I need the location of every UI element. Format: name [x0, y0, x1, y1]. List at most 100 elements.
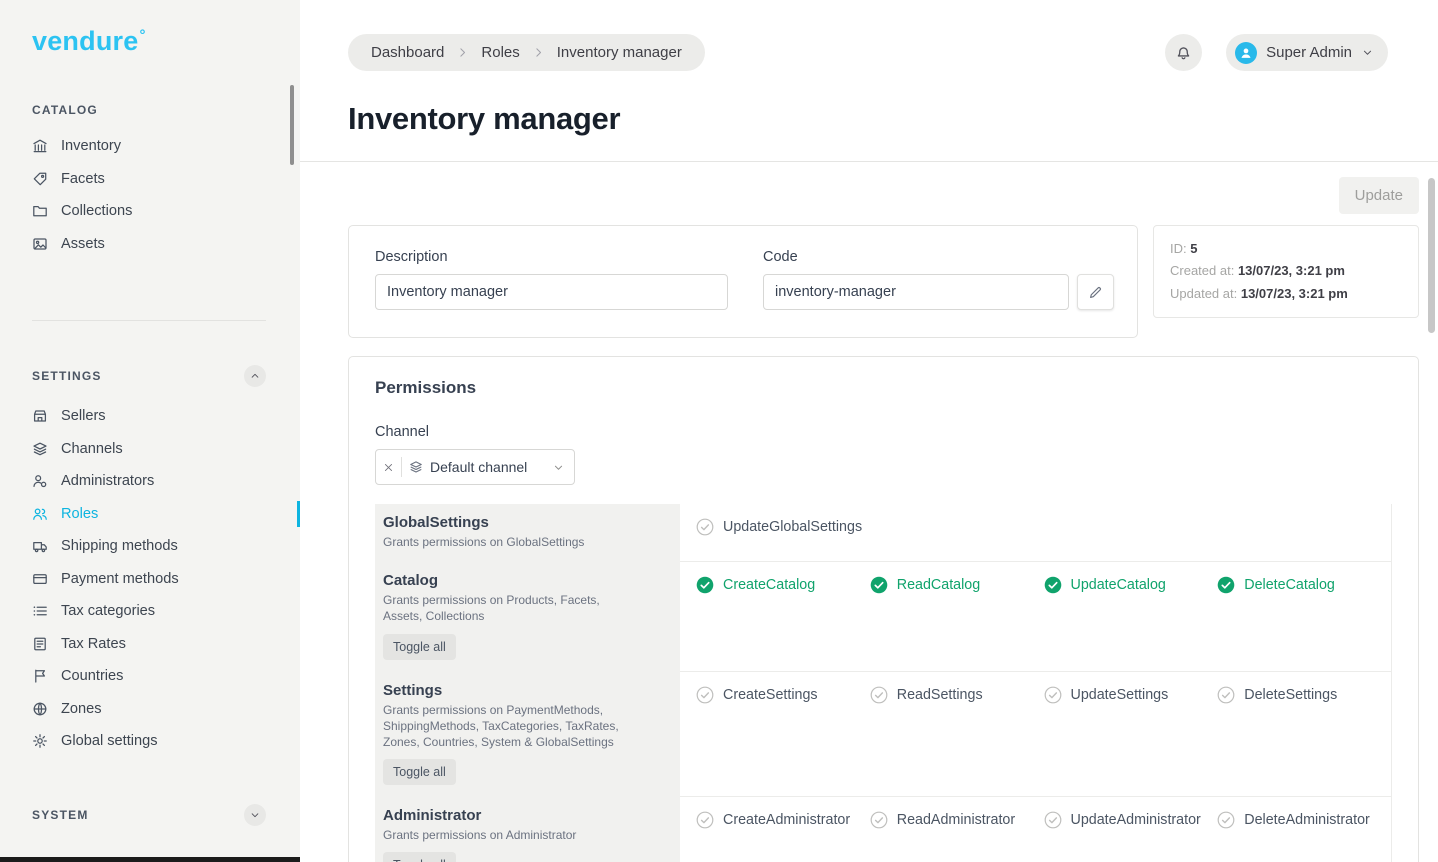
sidebar-section-settings: SETTINGS — [32, 365, 266, 387]
permissions-title: Permissions — [375, 378, 1392, 398]
breadcrumb-item-roles[interactable]: Roles — [481, 44, 519, 61]
sidebar-item-channels[interactable]: Channels — [32, 433, 300, 466]
permission-checkbox-updatesettings[interactable]: UpdateSettings — [1044, 686, 1218, 704]
check-circle-outline-icon — [1217, 686, 1235, 704]
edit-code-button[interactable] — [1077, 274, 1114, 310]
sidebar-item-administrators[interactable]: Administrators — [32, 465, 300, 498]
code-input[interactable] — [763, 274, 1069, 310]
permission-group-name: GlobalSettings — [383, 514, 664, 531]
sidebar-item-label: Shipping methods — [61, 538, 178, 554]
sidebar-item-label: Facets — [61, 171, 105, 187]
update-button[interactable]: Update — [1339, 177, 1419, 214]
toggle-all-button[interactable]: Toggle all — [383, 759, 456, 785]
entity-id: ID: 5 — [1170, 238, 1402, 260]
permission-checkbox-createadministrator[interactable]: CreateAdministrator — [696, 811, 870, 829]
update-row: Update — [348, 177, 1419, 214]
permission-group-info: AdministratorGrants permissions on Admin… — [375, 797, 680, 862]
check-circle-outline-icon — [1217, 811, 1235, 829]
chevron-down-icon[interactable] — [244, 804, 266, 826]
sidebar-item-inventory[interactable]: Inventory — [32, 130, 300, 163]
sidebar-item-sellers[interactable]: Sellers — [32, 400, 300, 433]
sidebar-item-tax-categories[interactable]: Tax categories — [32, 595, 300, 628]
check-circle-outline-icon — [870, 811, 888, 829]
avatar — [1235, 42, 1257, 64]
breadcrumb-item-dashboard[interactable]: Dashboard — [371, 44, 444, 61]
permission-row-settings: SettingsGrants permissions on PaymentMet… — [375, 672, 1391, 798]
sidebar-item-roles[interactable]: Roles — [32, 498, 300, 531]
sidebar-item-zones[interactable]: Zones — [32, 693, 300, 726]
main-area: Dashboard Roles Inventory manager Super Ad… — [300, 0, 1438, 862]
sidebar-section-catalog: CATALOG — [32, 103, 266, 117]
sidebar-nav: CATALOG Inventory Facets CollectionsAssets S… — [32, 103, 300, 826]
check-circle-outline-icon — [696, 811, 714, 829]
logo-text: vendure — [32, 26, 138, 56]
sidebar-divider — [32, 320, 266, 321]
permission-checkbox-readsettings[interactable]: ReadSettings — [870, 686, 1044, 704]
topbar: DashboardRolesInventory manager Super Ad… — [300, 0, 1438, 71]
permission-row-catalog: CatalogGrants permissions on Products, F… — [375, 562, 1391, 671]
check-circle-outline-icon — [696, 686, 714, 704]
entity-info-panel: ID: 5 Created at: 13/07/23, 3:21 pm Upda… — [1153, 225, 1419, 318]
role-details-card: Description Code — [348, 225, 1138, 338]
tax-categories-icon — [32, 603, 48, 619]
code-field: Code — [763, 249, 1114, 310]
countries-icon — [32, 668, 48, 684]
sidebar-scrollbar[interactable] — [290, 85, 294, 165]
sidebar-item-label: Countries — [61, 668, 123, 684]
section-label: SYSTEM — [32, 808, 89, 822]
permission-checkbox-readadministrator[interactable]: ReadAdministrator — [870, 811, 1044, 829]
permission-group-description: Grants permissions on Products, Facets, … — [383, 592, 635, 624]
permission-checkbox-readcatalog[interactable]: ReadCatalog — [870, 576, 1044, 594]
section-label: SETTINGS — [32, 369, 102, 383]
permission-group-name: Administrator — [383, 807, 664, 824]
chevron-down-icon — [552, 461, 565, 474]
permission-checkbox-updateglobalsettings[interactable]: UpdateGlobalSettings — [696, 518, 870, 536]
roles-icon — [32, 506, 48, 522]
vendure-logo: vendure° — [32, 26, 300, 57]
user-menu[interactable]: Super Admin — [1226, 34, 1388, 71]
sidebar-item-label: Zones — [61, 701, 102, 717]
description-input[interactable] — [375, 274, 728, 310]
sidebar-item-countries[interactable]: Countries — [32, 660, 300, 693]
remove-channel-icon[interactable] — [383, 462, 394, 473]
sidebar-bottom-edge — [0, 857, 300, 862]
permission-row-globalsettings: GlobalSettingsGrants permissions on Glob… — [375, 504, 1391, 562]
user-name: Super Admin — [1266, 44, 1352, 61]
inventory-icon — [32, 138, 48, 154]
chevron-right-icon — [532, 46, 545, 59]
toggle-all-button[interactable]: Toggle all — [383, 852, 456, 862]
pencil-icon — [1088, 285, 1103, 300]
check-circle-filled-icon — [1217, 576, 1235, 594]
check-circle-outline-icon — [696, 518, 714, 536]
sidebar-item-collections[interactable]: Collections — [32, 195, 300, 228]
zones-icon — [32, 701, 48, 717]
notifications-button[interactable] — [1165, 34, 1202, 71]
sidebar-item-tax-rates[interactable]: Tax Rates — [32, 628, 300, 661]
channel-select[interactable]: Default channel — [375, 449, 575, 485]
sidebar-item-global-settings[interactable]: Global settings — [32, 725, 300, 758]
permission-checkbox-updatecatalog[interactable]: UpdateCatalog — [1044, 576, 1218, 594]
channel-label: Channel — [375, 424, 1392, 440]
collections-icon — [32, 203, 48, 219]
breadcrumb: DashboardRolesInventory manager — [348, 34, 705, 71]
chevron-up-icon[interactable] — [244, 365, 266, 387]
permissions-card: Permissions Channel Default channel Glob… — [348, 356, 1419, 862]
permission-checkbox-createcatalog[interactable]: CreateCatalog — [696, 576, 870, 594]
logo-mark: ° — [139, 27, 145, 44]
toggle-all-button[interactable]: Toggle all — [383, 634, 456, 660]
sidebar-item-assets[interactable]: Assets — [32, 228, 300, 261]
sidebar-item-label: Payment methods — [61, 571, 179, 587]
page-title: Inventory manager — [348, 101, 1438, 137]
permission-checkbox-createsettings[interactable]: CreateSettings — [696, 686, 870, 704]
permission-checkbox-deletesettings[interactable]: DeleteSettings — [1217, 686, 1391, 704]
chip-divider — [401, 457, 402, 477]
sidebar-item-facets[interactable]: Facets — [32, 163, 300, 196]
sidebar-item-shipping-methods[interactable]: Shipping methods — [32, 530, 300, 563]
permission-checkbox-deleteadministrator[interactable]: DeleteAdministrator — [1217, 811, 1391, 829]
permission-group-info: CatalogGrants permissions on Products, F… — [375, 562, 680, 671]
main-scrollbar[interactable] — [1428, 178, 1435, 333]
sidebar-section-system: SYSTEM — [32, 804, 266, 826]
permission-checkbox-deletecatalog[interactable]: DeleteCatalog — [1217, 576, 1391, 594]
permission-checkbox-updateadministrator[interactable]: UpdateAdministrator — [1044, 811, 1218, 829]
sidebar-item-payment-methods[interactable]: Payment methods — [32, 563, 300, 596]
